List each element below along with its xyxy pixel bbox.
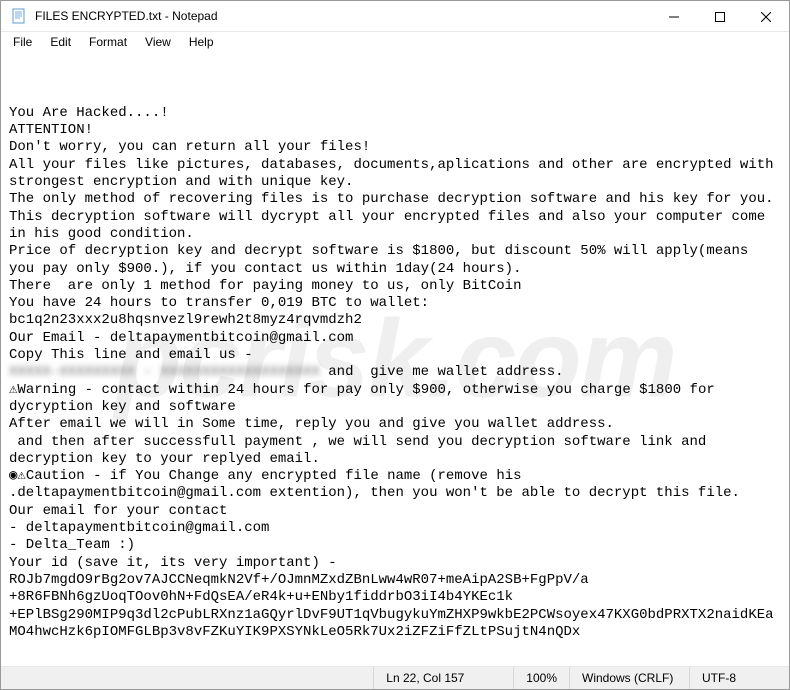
- window-title: FILES ENCRYPTED.txt - Notepad: [35, 9, 651, 23]
- menu-format[interactable]: Format: [81, 34, 135, 50]
- document-text: You Are Hacked....! ATTENTION! Don't wor…: [9, 105, 781, 641]
- notepad-icon: [11, 8, 27, 24]
- window-controls: [651, 1, 789, 31]
- menu-edit[interactable]: Edit: [42, 34, 79, 50]
- status-encoding: UTF-8: [689, 667, 789, 689]
- statusbar: Ln 22, Col 157 100% Windows (CRLF) UTF-8: [1, 666, 789, 689]
- minimize-button[interactable]: [651, 1, 697, 32]
- maximize-button[interactable]: [697, 1, 743, 32]
- menu-file[interactable]: File: [5, 34, 40, 50]
- notepad-window: FILES ENCRYPTED.txt - Notepad File Edit …: [0, 0, 790, 690]
- menu-view[interactable]: View: [137, 34, 179, 50]
- menubar: File Edit Format View Help: [1, 32, 789, 52]
- close-button[interactable]: [743, 1, 789, 32]
- menu-help[interactable]: Help: [181, 34, 222, 50]
- text-area[interactable]: pcrisk.com You Are Hacked....! ATTENTION…: [1, 52, 789, 666]
- redacted-text: XXXXX-XXXXXXXXX - XXXXXXXXXXXXXXXXXXX: [9, 364, 320, 380]
- titlebar[interactable]: FILES ENCRYPTED.txt - Notepad: [1, 1, 789, 32]
- status-position: Ln 22, Col 157: [373, 667, 513, 689]
- status-lineending: Windows (CRLF): [569, 667, 689, 689]
- status-zoom: 100%: [513, 667, 569, 689]
